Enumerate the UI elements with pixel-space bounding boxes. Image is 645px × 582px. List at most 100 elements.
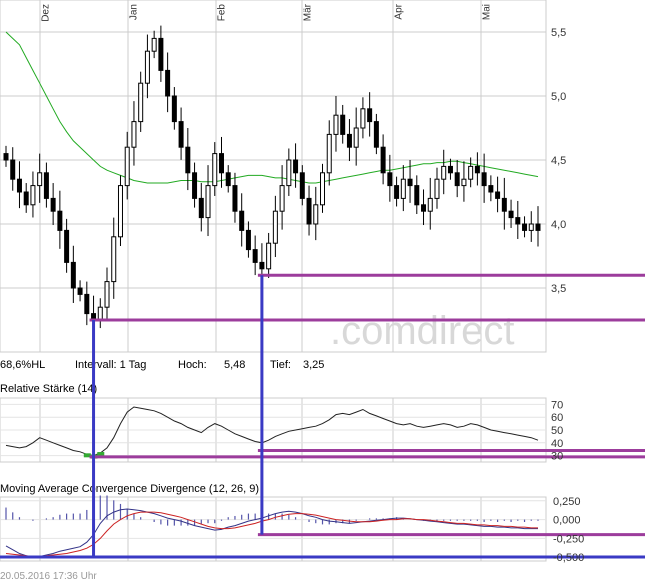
price-tick-label: 4,5: [551, 155, 566, 167]
candle-body: [454, 172, 460, 187]
candle-body: [124, 146, 130, 187]
interval-label: Intervall: 1 Tag: [75, 359, 146, 371]
high-value: 5,48: [224, 359, 245, 371]
candle-body: [488, 185, 494, 193]
candle-body: [313, 204, 319, 225]
candle-body: [23, 191, 29, 206]
candle-body: [508, 210, 514, 219]
candle-body: [400, 178, 406, 199]
timestamp: 20.05.2016 17:36 Uhr: [0, 571, 97, 582]
candle-body: [239, 210, 245, 231]
candle-body: [306, 197, 312, 225]
month-label: Dez: [40, 4, 51, 22]
candle-body: [212, 153, 218, 187]
month-label: Mai: [481, 4, 492, 20]
candle-body: [10, 159, 16, 180]
candle-body: [340, 114, 346, 135]
hl-label: 68,6%HL: [0, 359, 45, 371]
candle-body: [192, 172, 198, 199]
candle-body: [481, 172, 487, 187]
candle-body: [286, 159, 292, 187]
macd-line: [5, 508, 538, 558]
stock-chart: .comdirect 5,5 5,0 4,5 4,0 3,5 Dez Jan Feb Mär A…: [0, 0, 645, 582]
candle-body: [522, 223, 528, 231]
candle-body: [30, 185, 36, 206]
candle-body: [178, 121, 184, 148]
candle-body: [394, 185, 400, 199]
rsi-title: Relative Stärke (14): [0, 383, 97, 395]
candle-body: [495, 191, 501, 199]
rsi-panel: Relative Stärke (14) 7060504030: [0, 383, 645, 463]
candle-body: [64, 229, 70, 263]
candle-body: [131, 121, 137, 148]
high-label: Hoch:: [178, 359, 207, 371]
price-tick-label: 5,0: [551, 91, 566, 103]
candle-body: [360, 108, 366, 129]
price-tick-label: 5,5: [551, 27, 566, 39]
candle-body: [16, 178, 22, 193]
candle-body: [501, 197, 507, 212]
candle-body: [232, 185, 238, 212]
price-panel: .comdirect 5,5 5,0 4,5 4,0 3,5 Dez Jan Feb Mär A…: [0, 0, 645, 353]
candle-body: [57, 210, 63, 231]
macd-title: Moving Average Convergence Divergence (1…: [0, 483, 259, 495]
candle-body: [70, 261, 76, 289]
candle-body: [535, 223, 541, 231]
macd-plot-frame: [0, 496, 547, 562]
macd-tick-label: 0,000: [553, 515, 581, 527]
candle-body: [427, 197, 433, 212]
month-label: Feb: [216, 4, 227, 22]
rsi-tick-label: 70: [551, 399, 563, 411]
candle-body: [346, 133, 352, 148]
candle-body: [474, 165, 480, 174]
low-value: 3,25: [303, 359, 324, 371]
candle-body: [185, 146, 191, 174]
candle-body: [434, 178, 440, 199]
info-line: 68,6%HL Intervall: 1 Tag Hoch: 5,48 Tief…: [0, 359, 324, 371]
candle-body: [252, 249, 258, 263]
candle-body: [138, 82, 144, 123]
rsi-tick-label: 60: [551, 412, 563, 424]
candle-body: [77, 287, 83, 295]
candle-body: [158, 37, 164, 71]
candle-body: [407, 178, 413, 187]
candle-body: [245, 229, 251, 251]
month-label: Apr: [393, 3, 404, 19]
candle-body: [259, 261, 265, 270]
candle-body: [104, 281, 110, 308]
candles: [3, 25, 541, 337]
candle-body: [171, 95, 177, 123]
candle-body: [144, 50, 150, 84]
candle-body: [447, 165, 453, 174]
candle-body: [373, 121, 379, 148]
rsi-tick-label: 50: [551, 425, 563, 437]
candle-body: [353, 127, 359, 148]
watermark-logo: .comdirect: [330, 309, 515, 353]
candle-body: [84, 293, 90, 315]
candle-body: [198, 197, 204, 219]
candle-body: [3, 153, 9, 161]
price-tick-label: 4,0: [551, 219, 566, 231]
low-label: Tief:: [270, 359, 291, 371]
candle-body: [279, 185, 285, 212]
rsi-tick-label: 30: [551, 451, 563, 463]
candle-body: [111, 236, 117, 283]
rsi-y-axis: 7060504030: [551, 399, 563, 462]
month-label: Mär: [302, 3, 313, 21]
candle-body: [266, 242, 272, 270]
candle-body: [461, 178, 467, 187]
candle-body: [151, 37, 157, 52]
macd-lines: [5, 508, 538, 558]
candle-body: [50, 197, 56, 212]
candle-body: [43, 172, 49, 199]
candle-body: [37, 172, 43, 187]
macd-tick-label: 0,250: [553, 496, 581, 508]
macd-histogram: [5, 495, 539, 526]
rsi-tick-label: 40: [551, 438, 563, 450]
candle-body: [272, 210, 278, 244]
candle-body: [421, 204, 427, 212]
candle-body: [515, 217, 521, 225]
price-tick-label: 3,5: [551, 283, 566, 295]
candle-body: [165, 69, 171, 97]
month-label: Jan: [128, 4, 139, 20]
